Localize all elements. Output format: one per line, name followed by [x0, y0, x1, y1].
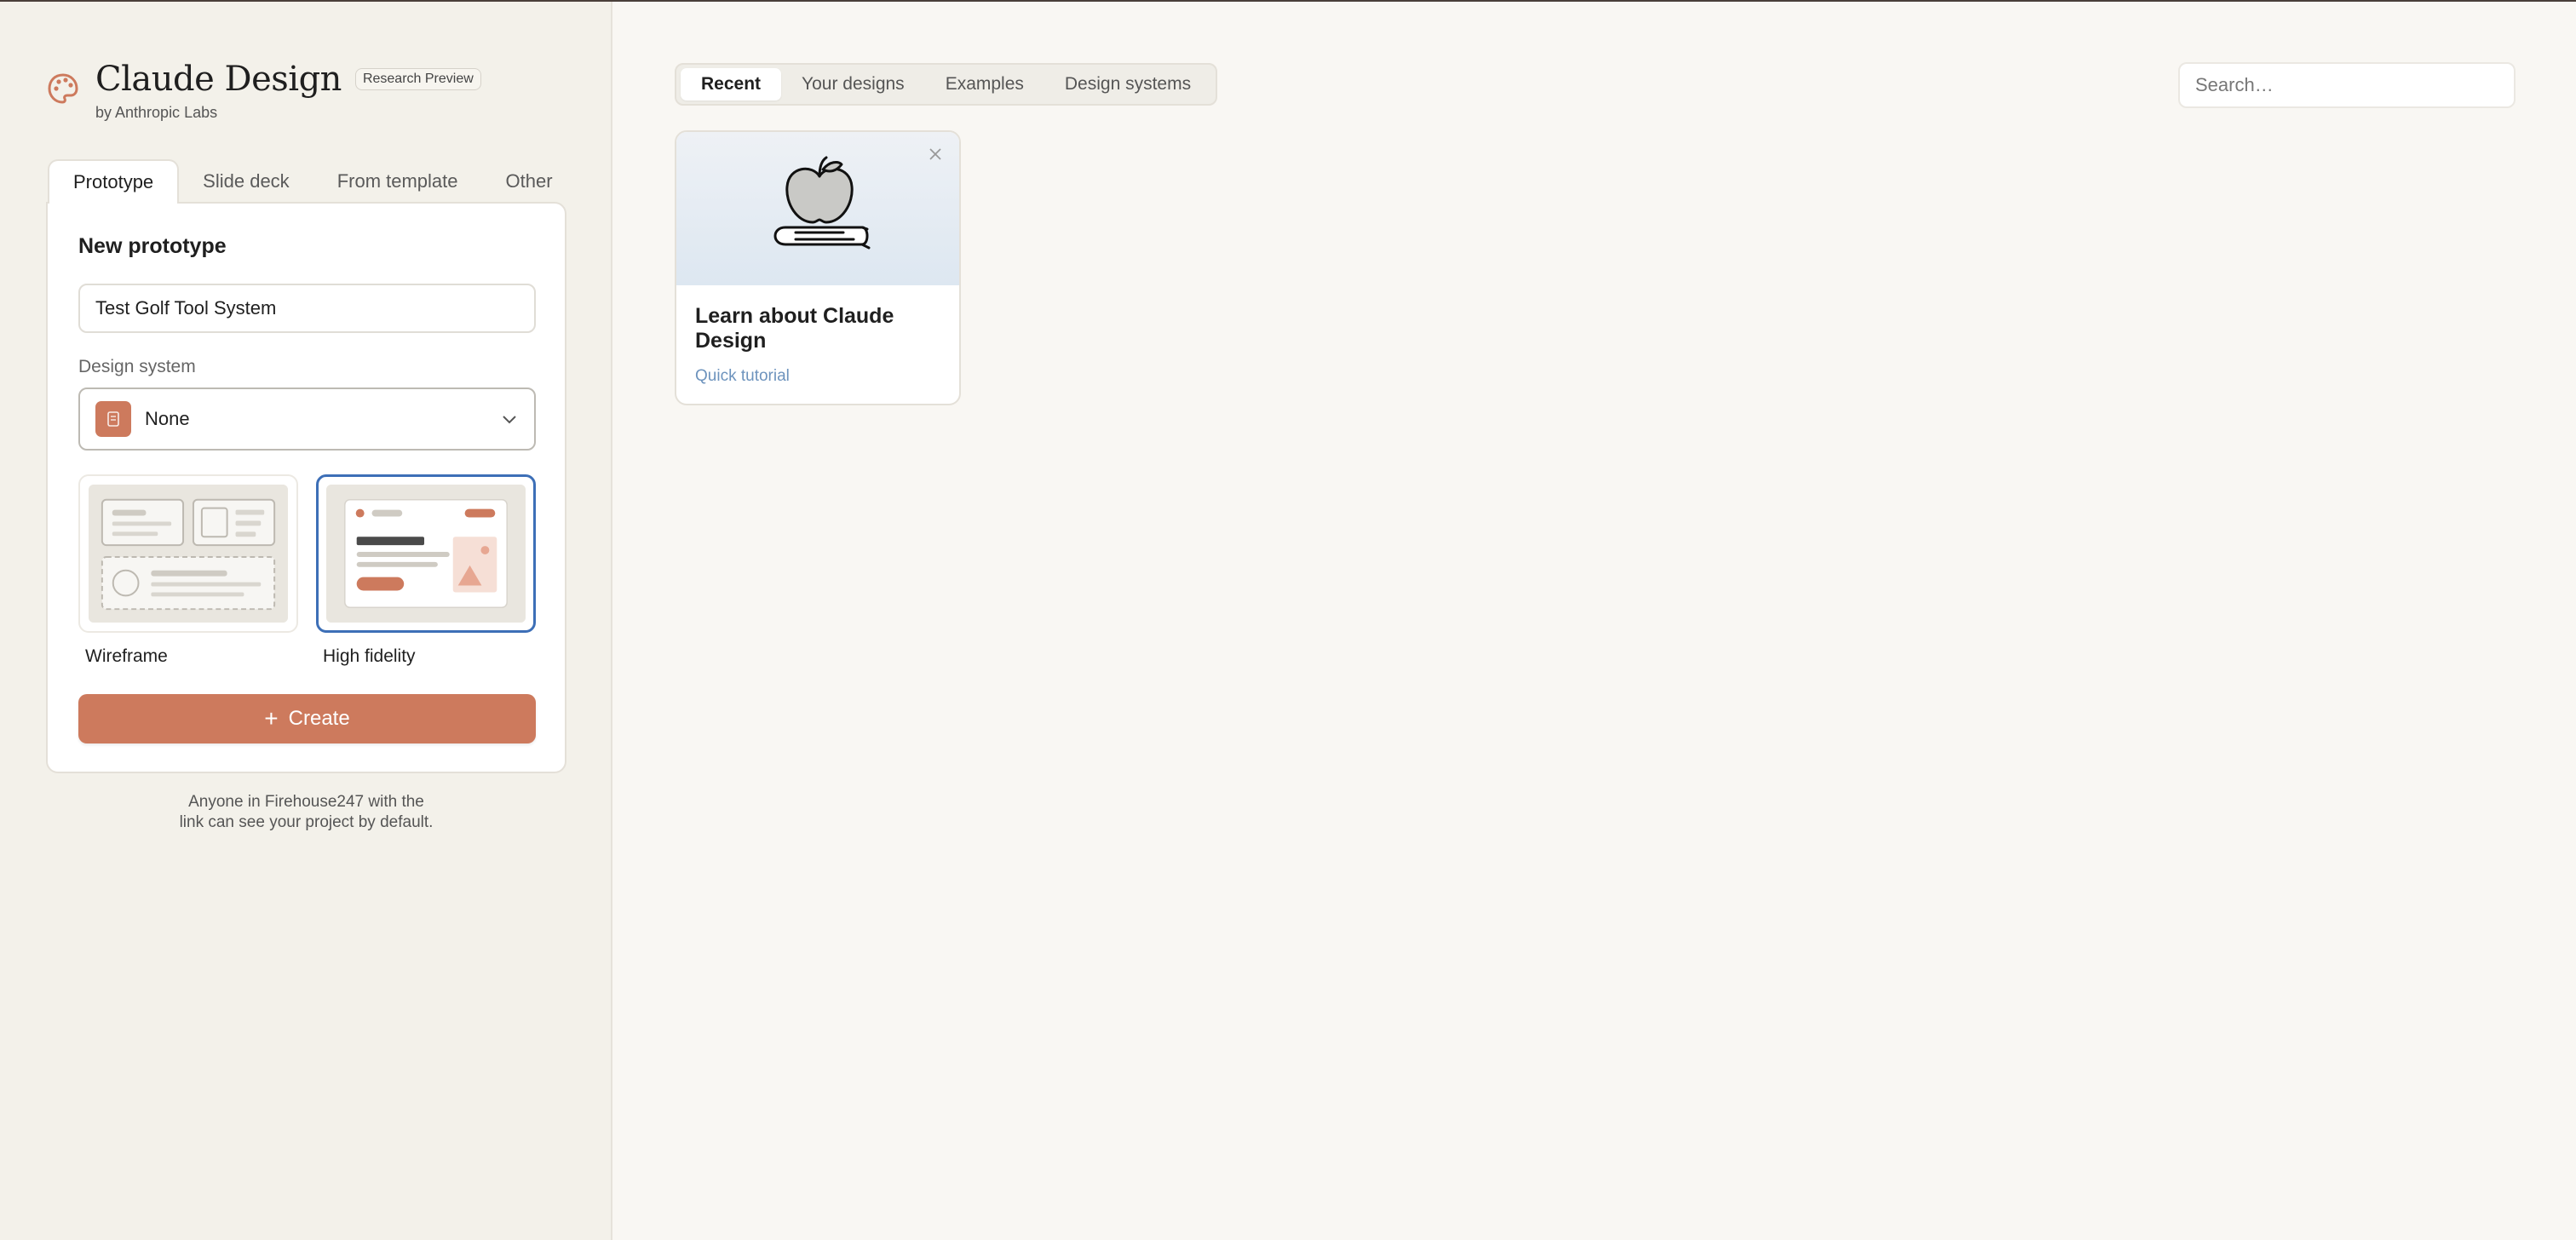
design-system-value: None — [145, 408, 190, 429]
wireframe-option[interactable] — [78, 474, 298, 633]
quick-tutorial-link[interactable]: Quick tutorial — [695, 367, 790, 386]
card-title: Learn about Claude Design — [695, 304, 894, 353]
design-card[interactable]: Learn about Claude Design Quick tutorial — [675, 130, 961, 405]
designs-tabs: Recent Your designs Examples Design syst… — [675, 63, 1218, 106]
chevron-down-icon — [503, 416, 516, 424]
project-name-input[interactable]: Test Golf Tool System — [78, 284, 536, 333]
footnote-line-2: link can see your project by default. — [179, 813, 434, 831]
brand: Claude Design Research Preview by Anthro… — [46, 60, 481, 122]
plus-icon: + — [264, 705, 279, 732]
high-fidelity-label: High fidelity — [323, 646, 416, 666]
sidebar: Claude Design Research Preview by Anthro… — [0, 2, 612, 1240]
create-button[interactable]: + Create — [78, 694, 536, 743]
create-button-label: Create — [288, 707, 350, 730]
project-type-tabs: Prototype Slide deck From template Other — [48, 159, 577, 204]
app-subtitle: by Anthropic Labs — [95, 104, 218, 121]
high-fidelity-option[interactable] — [316, 474, 536, 633]
sharing-footnote: Anyone in Firehouse247 with the link can… — [46, 792, 566, 833]
tab-from-template[interactable]: From template — [313, 159, 482, 204]
close-icon[interactable] — [927, 146, 944, 163]
wireframe-illustration — [89, 485, 288, 623]
apple-on-book-icon — [773, 156, 871, 250]
design-system-select[interactable]: None — [78, 388, 536, 451]
tab-other[interactable]: Other — [482, 159, 577, 204]
footnote-line-1: Anyone in Firehouse247 with the — [188, 793, 424, 811]
panel-title: New prototype — [78, 234, 227, 258]
new-prototype-panel: New prototype Test Golf Tool System Desi… — [46, 202, 566, 773]
tab-your-designs[interactable]: Your designs — [781, 68, 925, 100]
search-input[interactable]: Search… — [2178, 62, 2516, 108]
tab-examples[interactable]: Examples — [925, 68, 1044, 100]
high-fidelity-illustration — [326, 485, 526, 623]
card-thumbnail — [676, 132, 959, 285]
tab-design-systems[interactable]: Design systems — [1044, 68, 1211, 100]
design-system-swatch — [95, 401, 131, 437]
book-icon — [107, 411, 119, 427]
tab-slide-deck[interactable]: Slide deck — [179, 159, 313, 204]
app-title: Claude Design — [95, 60, 342, 99]
wireframe-label: Wireframe — [85, 646, 168, 666]
research-preview-badge: Research Preview — [354, 68, 481, 90]
tab-recent[interactable]: Recent — [681, 68, 782, 100]
design-system-label: Design system — [78, 357, 196, 376]
tab-prototype[interactable]: Prototype — [48, 159, 180, 204]
palette-icon — [48, 73, 78, 104]
